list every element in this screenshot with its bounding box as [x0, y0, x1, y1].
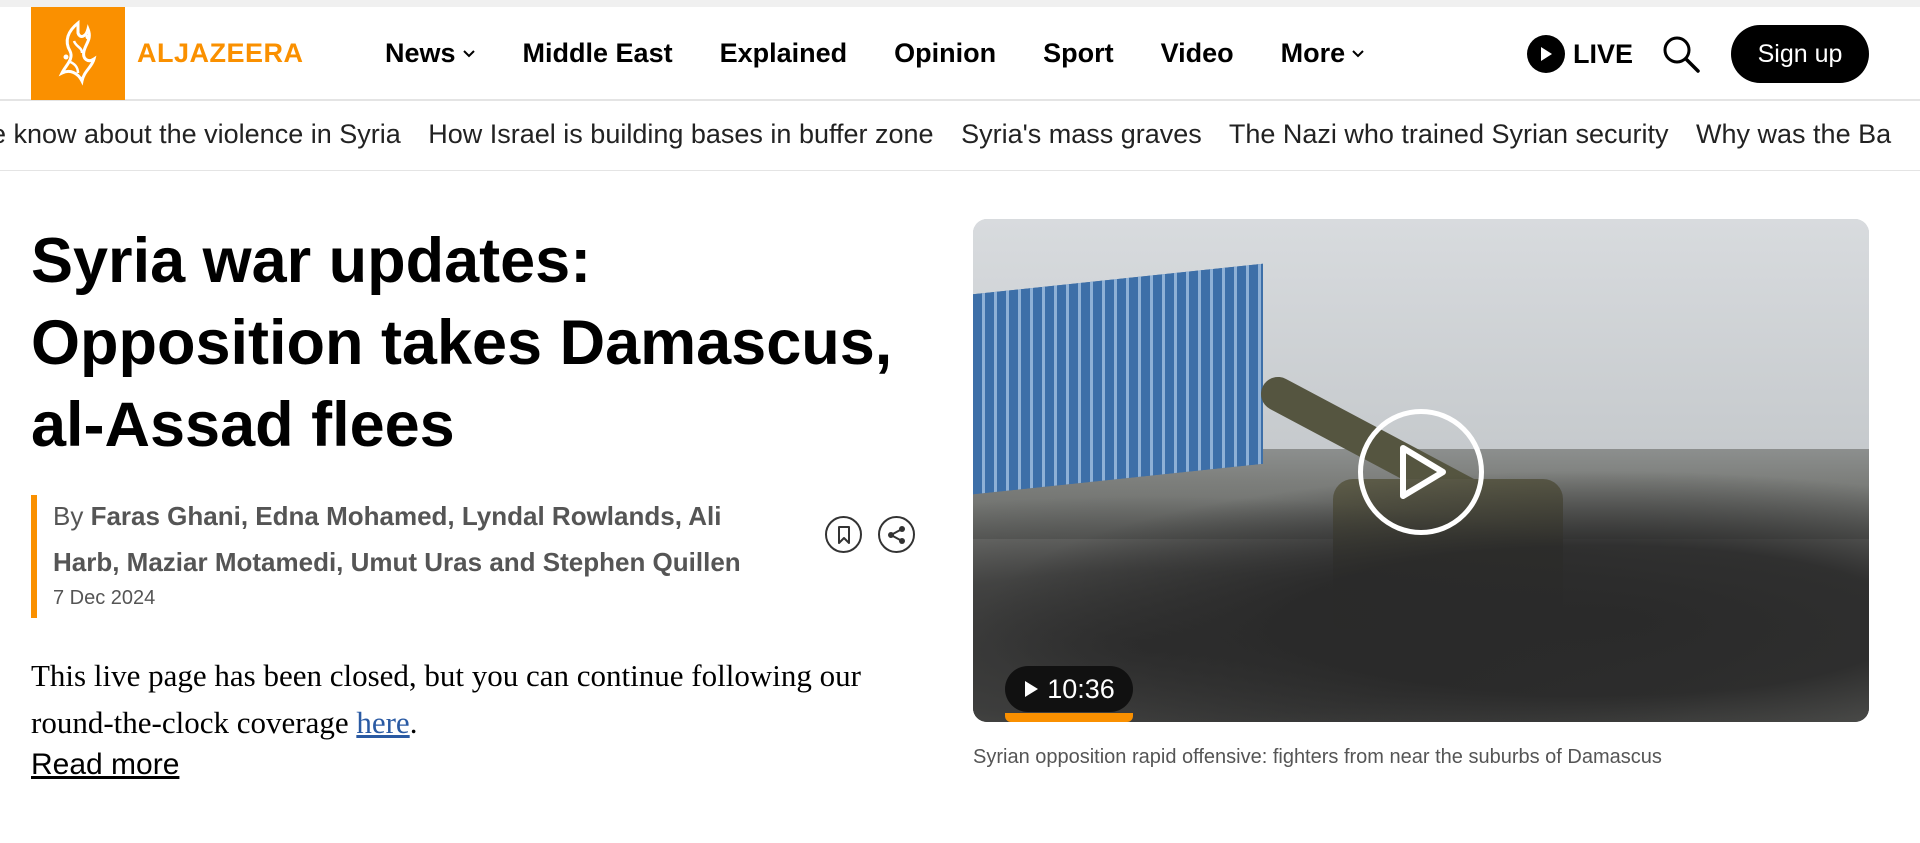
summary-text: This live page has been closed, but you … [31, 658, 861, 740]
video-duration: 10:36 [1047, 673, 1115, 704]
chevron-down-icon [462, 49, 476, 59]
byline-block: By Faras Ghani, Edna Mohamed, Lyndal Row… [31, 495, 791, 618]
nav-item-label: Opinion [894, 38, 997, 68]
brand-wordmark[interactable]: ALJAZEERA [137, 38, 304, 69]
byline-prefix: By [53, 501, 84, 531]
live-button[interactable]: LIVE [1527, 35, 1633, 73]
site-header: ALJAZEERA News Middle East Explained Opi… [0, 7, 1920, 101]
article-summary: This live page has been closed, but you … [31, 652, 931, 746]
summary-end: . [409, 705, 418, 740]
top-strip [0, 0, 1920, 7]
chevron-down-icon [1351, 49, 1365, 59]
video-duration-badge: 10:36 [1005, 666, 1133, 712]
play-icon [1527, 35, 1565, 73]
nav-item-label: News [385, 38, 456, 68]
read-more-link[interactable]: Read more [31, 748, 179, 782]
nav-item-news[interactable]: News [385, 38, 476, 69]
play-icon [1023, 674, 1039, 705]
nav-item-opinion[interactable]: Opinion [894, 38, 996, 69]
trending-ticker: re know about the violence in Syria How … [0, 101, 1920, 171]
share-icon[interactable] [878, 516, 915, 553]
sign-up-button[interactable]: Sign up [1731, 25, 1869, 83]
video-caption: Syrian opposition rapid offensive: fight… [973, 746, 1662, 768]
coverage-link[interactable]: here [356, 705, 409, 740]
nav-item-more[interactable]: More [1281, 38, 1366, 69]
ticker-link[interactable]: Why was the Ba [1696, 119, 1891, 149]
nav-item-label: Video [1160, 38, 1234, 68]
byline-authors[interactable]: Faras Ghani, Edna Mohamed, Lyndal Rowlan… [53, 501, 741, 577]
ticker-link[interactable]: Syria's mass graves [961, 119, 1202, 149]
nav-item-middle-east[interactable]: Middle East [523, 38, 673, 69]
ticker-link[interactable]: The Nazi who trained Syrian security [1229, 119, 1669, 149]
article-title: Syria war updates: Opposition takes Dama… [31, 226, 893, 460]
nav-item-label: Sport [1043, 38, 1114, 68]
nav-item-video[interactable]: Video [1161, 38, 1234, 69]
bookmark-icon[interactable] [825, 516, 862, 553]
video-player[interactable]: 10:36 [973, 219, 1869, 722]
thumbnail-building [973, 263, 1263, 495]
nav-item-label: Explained [719, 38, 848, 68]
main-nav: News Middle East Explained Opinion Sport… [385, 7, 1412, 100]
nav-item-label: More [1280, 38, 1346, 68]
video-progress-bar [1005, 713, 1133, 722]
nav-item-sport[interactable]: Sport [1043, 38, 1114, 69]
nav-item-label: Middle East [522, 38, 673, 68]
publish-date: 7 Dec 2024 [53, 587, 156, 609]
ticker-link[interactable]: re know about the violence in Syria [0, 119, 401, 149]
nav-item-explained[interactable]: Explained [720, 38, 848, 69]
byline: By Faras Ghani, Edna Mohamed, Lyndal Row… [53, 493, 753, 585]
aljazeera-logo-icon[interactable] [31, 7, 125, 100]
play-icon[interactable] [1358, 409, 1484, 535]
search-icon[interactable] [1661, 34, 1701, 74]
live-label: LIVE [1573, 38, 1634, 69]
ticker-link[interactable]: How Israel is building bases in buffer z… [428, 119, 933, 149]
